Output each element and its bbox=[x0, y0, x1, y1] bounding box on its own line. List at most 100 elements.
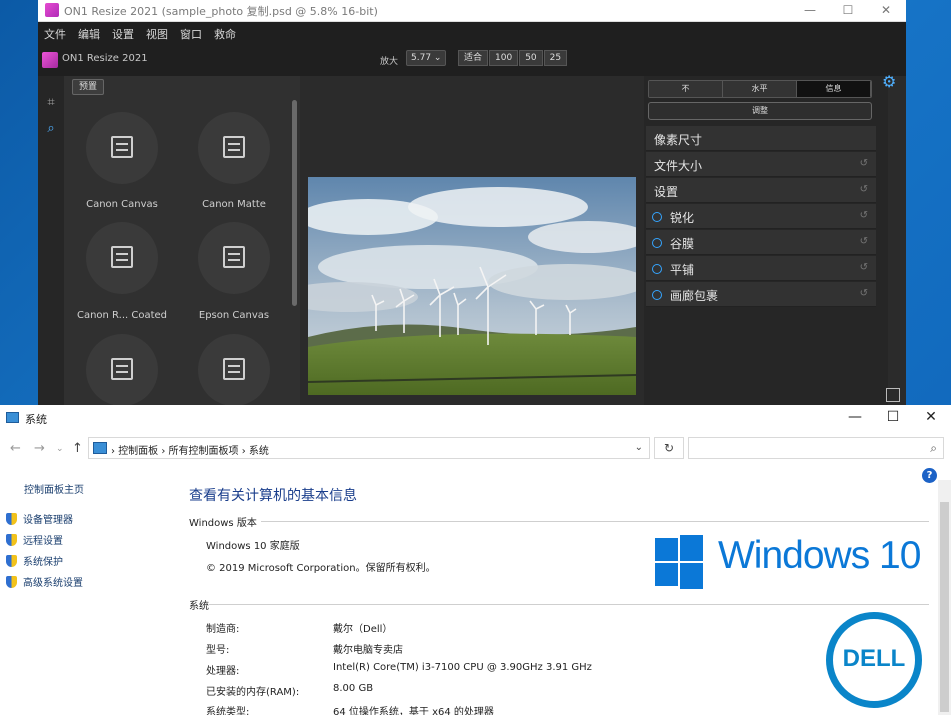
loupe-icon[interactable]: ⚙ bbox=[882, 72, 904, 94]
help-icon[interactable]: ? bbox=[922, 468, 937, 483]
enable-toggle-icon[interactable] bbox=[652, 264, 662, 274]
history-chevron-icon[interactable]: ⌄ bbox=[56, 444, 64, 454]
section-sharpen[interactable]: 锐化 ↺ bbox=[646, 204, 876, 229]
address-bar[interactable]: › 控制面板 › 所有控制面板项 › 系统 ⌄ bbox=[88, 437, 650, 459]
reset-icon[interactable]: ↺ bbox=[860, 158, 868, 169]
zoom-buttons: 适合 100 50 25 bbox=[458, 50, 568, 66]
forward-arrow-icon[interactable]: → bbox=[34, 441, 45, 456]
section-label: 像素尺寸 bbox=[654, 133, 703, 147]
maximize-icon[interactable]: ☐ bbox=[874, 407, 912, 429]
zoom-fit-button[interactable]: 适合 bbox=[458, 50, 489, 66]
section-label: 文件大小 bbox=[654, 159, 703, 173]
preset-thumbnail[interactable] bbox=[86, 222, 158, 294]
breadcrumb-item[interactable]: 所有控制面板项 bbox=[169, 446, 239, 457]
system-titlebar: 系统 — ☐ ✕ bbox=[0, 405, 951, 431]
spec-value: 戴尔（Dell） bbox=[333, 624, 393, 635]
segment-option[interactable]: 不 bbox=[649, 81, 723, 97]
minimize-icon[interactable]: — bbox=[836, 407, 874, 429]
on1-window-title: ON1 Resize 2021 (sample_photo 复制.psd @ 5… bbox=[64, 5, 378, 18]
segment-option-active[interactable]: 信息 bbox=[797, 81, 871, 97]
reset-icon[interactable]: ↺ bbox=[860, 184, 868, 195]
on1-app-name: ON1 Resize 2021 bbox=[62, 53, 148, 64]
search-input[interactable]: ⌕ bbox=[688, 437, 944, 459]
computer-icon bbox=[93, 442, 107, 454]
photo-preview[interactable] bbox=[308, 177, 636, 395]
on1-resize-window: ON1 Resize 2021 (sample_photo 复制.psd @ 5… bbox=[38, 0, 906, 405]
up-arrow-icon[interactable]: ↑ bbox=[72, 441, 83, 456]
address-dropdown-icon[interactable]: ⌄ bbox=[635, 442, 643, 453]
zoom-select[interactable]: 5.77 ⌄ bbox=[406, 50, 446, 66]
reset-icon[interactable]: ↺ bbox=[860, 262, 868, 273]
preset-thumbnail[interactable] bbox=[198, 222, 270, 294]
reset-icon[interactable]: ↺ bbox=[860, 210, 868, 221]
windows-logo-icon bbox=[655, 535, 703, 589]
presets-scrollbar[interactable] bbox=[292, 100, 297, 306]
on1-titlebar: ON1 Resize 2021 (sample_photo 复制.psd @ 5… bbox=[38, 0, 906, 22]
menu-file[interactable]: 文件 bbox=[44, 26, 66, 42]
adjust-button[interactable]: 调整 bbox=[648, 102, 872, 120]
menu-view[interactable]: 视图 bbox=[146, 26, 168, 42]
preset-icon bbox=[111, 246, 133, 268]
refresh-button[interactable]: ↻ bbox=[654, 437, 684, 459]
sidebar-item-remote-settings[interactable]: 远程设置 bbox=[6, 532, 63, 547]
preset-icon bbox=[223, 136, 245, 158]
reset-icon[interactable]: ↺ bbox=[860, 236, 868, 247]
menu-edit[interactable]: 编辑 bbox=[78, 26, 100, 42]
breadcrumb-item[interactable]: 控制面板 bbox=[118, 446, 158, 457]
system-window-title: 系统 bbox=[25, 413, 47, 426]
breadcrumb: › 控制面板 › 所有控制面板项 › 系统 bbox=[111, 446, 269, 457]
preset-tag[interactable]: 预置 bbox=[72, 79, 105, 95]
zoom-tool-icon[interactable]: ⌕ bbox=[44, 122, 58, 136]
preset-icon bbox=[223, 246, 245, 268]
page-title: 查看有关计算机的基本信息 bbox=[189, 488, 357, 504]
info-panel: 不 水平 信息 调整 像素尺寸 文件大小 ↺ 设置 ↺ 锐化 ↺ 谷膜 ↺ 平铺 bbox=[644, 76, 888, 405]
spec-value: 戴尔电脑专卖店 bbox=[333, 645, 403, 656]
close-icon[interactable]: ✕ bbox=[869, 0, 903, 22]
shield-icon bbox=[6, 513, 17, 525]
section-gallery-wrap[interactable]: 画廊包裹 ↺ bbox=[646, 282, 876, 307]
menu-settings[interactable]: 设置 bbox=[112, 26, 134, 42]
preset-thumbnail[interactable] bbox=[86, 112, 158, 184]
shield-icon bbox=[6, 576, 17, 588]
close-icon[interactable]: ✕ bbox=[912, 407, 950, 429]
breadcrumb-item[interactable]: 系统 bbox=[249, 446, 269, 457]
section-settings[interactable]: 设置 ↺ bbox=[646, 178, 876, 203]
maximize-icon[interactable]: ☐ bbox=[831, 0, 865, 22]
sidebar-home-link[interactable]: 控制面板主页 bbox=[24, 481, 84, 496]
menu-window[interactable]: 窗口 bbox=[180, 26, 202, 42]
sidebar-item-device-manager[interactable]: 设备管理器 bbox=[6, 511, 73, 526]
menu-help[interactable]: 救命 bbox=[214, 26, 236, 42]
section-pixel-size[interactable]: 像素尺寸 bbox=[646, 126, 876, 151]
segment-option[interactable]: 水平 bbox=[723, 81, 797, 97]
zoom-value: 5.77 bbox=[411, 53, 432, 63]
navigation-bar: ← → ⌄ ↑ › 控制面板 › 所有控制面板项 › 系统 ⌄ ↻ ⌕ bbox=[0, 435, 951, 463]
enable-toggle-icon[interactable] bbox=[652, 212, 662, 222]
spec-value: 64 位操作系统，基于 x64 的处理器 bbox=[333, 707, 494, 715]
zoom-100-button[interactable]: 100 bbox=[489, 50, 519, 66]
minimize-icon[interactable]: — bbox=[793, 0, 827, 22]
section-file-size[interactable]: 文件大小 ↺ bbox=[646, 152, 876, 177]
presets-panel: 预置 Canon Canvas Canon Matte Canon R... C… bbox=[64, 76, 300, 405]
group-heading: Windows 版本 bbox=[189, 518, 257, 529]
preset-thumbnail[interactable] bbox=[198, 334, 270, 405]
crop-icon[interactable]: ⌗ bbox=[44, 96, 58, 110]
enable-toggle-icon[interactable] bbox=[652, 290, 662, 300]
expand-icon[interactable] bbox=[886, 388, 900, 402]
section-tiling[interactable]: 平铺 ↺ bbox=[646, 256, 876, 281]
preset-thumbnail[interactable] bbox=[198, 112, 270, 184]
reset-icon[interactable]: ↺ bbox=[860, 288, 868, 299]
zoom-50-button[interactable]: 50 bbox=[519, 50, 543, 66]
section-label: 画廊包裹 bbox=[670, 289, 719, 303]
enable-toggle-icon[interactable] bbox=[652, 238, 662, 248]
preset-thumbnail[interactable] bbox=[86, 334, 158, 405]
vertical-scrollbar[interactable] bbox=[938, 480, 951, 715]
preset-icon bbox=[111, 358, 133, 380]
main-content: 查看有关计算机的基本信息 Windows 版本 Windows 10 家庭版 ©… bbox=[189, 477, 929, 715]
sidebar-item-advanced-settings[interactable]: 高级系统设置 bbox=[6, 574, 83, 589]
section-film-grain[interactable]: 谷膜 ↺ bbox=[646, 230, 876, 255]
preset-icon bbox=[223, 358, 245, 380]
zoom-25-button[interactable]: 25 bbox=[543, 50, 568, 66]
scrollbar-thumb[interactable] bbox=[940, 502, 949, 712]
sidebar-item-system-protection[interactable]: 系统保护 bbox=[6, 553, 63, 568]
back-arrow-icon[interactable]: ← bbox=[10, 441, 21, 456]
